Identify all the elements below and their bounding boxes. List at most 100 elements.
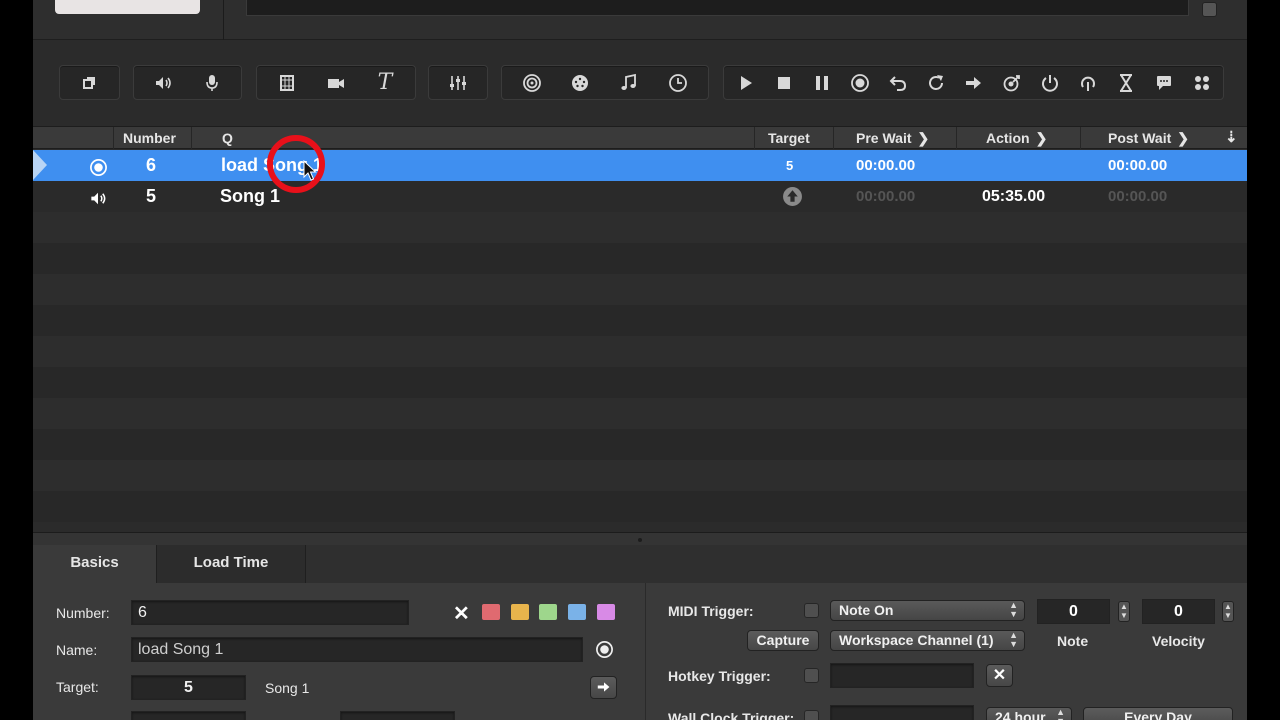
- cue-post-wait: 00:00.00: [1108, 157, 1168, 174]
- column-pre-wait[interactable]: Pre Wait ❯: [856, 130, 929, 147]
- capture-button[interactable]: Capture: [747, 630, 819, 651]
- note-field[interactable]: 0: [1037, 599, 1110, 624]
- cue-row[interactable]: 6 load Song 1 5 00:00.00 00:00.00: [33, 150, 1247, 181]
- empty-row: [33, 336, 1247, 367]
- empty-row: [33, 305, 1247, 336]
- load-icon[interactable]: [841, 66, 879, 99]
- midi-cue-icon[interactable]: [561, 66, 599, 99]
- pause-icon[interactable]: [803, 66, 841, 99]
- midi-type-select[interactable]: Note On ▲ ▼: [830, 600, 1025, 621]
- column-separator: [1080, 127, 1081, 149]
- toolbar-group-1: [59, 65, 120, 100]
- midi-channel-value: Workspace Channel (1): [839, 632, 994, 648]
- note-label: Note: [1057, 633, 1089, 649]
- wait-icon[interactable]: [1107, 66, 1145, 99]
- goto-icon[interactable]: [955, 66, 993, 99]
- audio-cue-icon[interactable]: [144, 66, 182, 99]
- fade-cue-icon[interactable]: [439, 66, 477, 99]
- tab-basics[interactable]: Basics: [33, 545, 156, 583]
- chevron-right-icon: ❯: [917, 130, 930, 146]
- toolbar-group-4: [428, 65, 488, 100]
- reset-icon[interactable]: [879, 66, 917, 99]
- inspector-tabs: Basics Load Time: [33, 545, 1247, 583]
- wall-clock-time-field[interactable]: [830, 705, 974, 720]
- chevron-right-icon: ❯: [1177, 130, 1189, 146]
- notes-scroll-knob[interactable]: [1202, 2, 1217, 17]
- video-cue-icon[interactable]: [268, 66, 306, 99]
- tab-load-time[interactable]: Load Time: [156, 545, 306, 583]
- column-action[interactable]: Action ❯: [986, 130, 1047, 147]
- empty-row: [33, 243, 1247, 274]
- cue-target: 5: [786, 158, 794, 173]
- column-pre-wait-label: Pre Wait: [856, 130, 912, 146]
- cue-name: Song 1: [220, 186, 281, 206]
- load-cue-icon: [595, 640, 614, 664]
- velocity-label: Velocity: [1152, 633, 1205, 649]
- column-target[interactable]: Target: [768, 130, 810, 146]
- number-label: Number:: [56, 605, 110, 621]
- clear-hotkey-button[interactable]: ✕: [986, 664, 1013, 687]
- split-view-divider[interactable]: [33, 532, 1247, 545]
- empty-row: [33, 274, 1247, 305]
- network-cue-icon[interactable]: [513, 66, 551, 99]
- column-separator: [191, 127, 192, 149]
- color-swatch-blue[interactable]: [568, 604, 586, 620]
- column-q[interactable]: Q: [222, 130, 233, 146]
- repeat-button[interactable]: Every Day: [1083, 707, 1233, 720]
- memo-icon[interactable]: [1145, 66, 1183, 99]
- color-swatch-purple[interactable]: [597, 604, 615, 620]
- wall-clock-checkbox[interactable]: [804, 710, 819, 720]
- note-stepper[interactable]: ▲ ▼: [1118, 601, 1130, 622]
- arm-icon[interactable]: [1031, 66, 1069, 99]
- sort-arrow-icon[interactable]: ⇣: [1225, 128, 1238, 146]
- name-field[interactable]: load Song 1: [131, 637, 583, 662]
- music-cue-icon[interactable]: [610, 66, 648, 99]
- text-cue-icon[interactable]: T: [366, 66, 404, 99]
- start-icon[interactable]: [727, 66, 765, 99]
- column-separator: [956, 127, 957, 149]
- color-swatch-green[interactable]: [539, 604, 557, 620]
- hotkey-trigger-label: Hotkey Trigger:: [668, 668, 771, 684]
- pre-wait-field[interactable]: [131, 711, 246, 720]
- empty-row: [33, 429, 1247, 460]
- column-post-wait[interactable]: Post Wait ❯: [1108, 130, 1189, 147]
- mic-cue-icon[interactable]: [193, 66, 231, 99]
- color-swatch-orange[interactable]: [511, 604, 529, 620]
- playhead-icon: [33, 150, 47, 180]
- stop-icon[interactable]: [765, 66, 803, 99]
- camera-cue-icon[interactable]: [317, 66, 355, 99]
- target-name: Song 1: [265, 680, 310, 696]
- velocity-stepper[interactable]: ▲ ▼: [1222, 601, 1234, 622]
- script-icon[interactable]: [1183, 66, 1221, 99]
- cue-row[interactable]: 5 Song 1 00:00.00 05:35.00 00:00.00: [33, 181, 1247, 212]
- post-wait-field[interactable]: [340, 711, 455, 720]
- name-label: Name:: [56, 642, 98, 658]
- velocity-field[interactable]: 0: [1142, 599, 1215, 624]
- clear-color-icon[interactable]: ✕: [453, 601, 470, 626]
- empty-row: [33, 460, 1247, 491]
- column-action-label: Action: [986, 130, 1030, 146]
- color-swatch-red[interactable]: [482, 604, 500, 620]
- midi-channel-select[interactable]: Workspace Channel (1) ▲ ▼: [830, 630, 1025, 651]
- empty-row: [33, 367, 1247, 398]
- cue-toolbar: T: [33, 40, 1247, 126]
- timecode-cue-icon[interactable]: [659, 66, 697, 99]
- notes-field[interactable]: [246, 0, 1189, 16]
- group-cue-icon[interactable]: [70, 66, 108, 99]
- cue-number: 5: [146, 186, 157, 206]
- column-number[interactable]: Number: [123, 130, 176, 146]
- devamp-icon[interactable]: [917, 66, 955, 99]
- hotkey-trigger-checkbox[interactable]: [804, 668, 819, 683]
- go-button[interactable]: [55, 0, 200, 14]
- disarm-icon[interactable]: [1069, 66, 1107, 99]
- cue-list: 6 load Song 1 5 00:00.00 00:00.00 5 Song…: [33, 135, 1247, 532]
- go-area: [33, 0, 1247, 40]
- target-field[interactable]: 5: [131, 675, 246, 700]
- go-to-target-button[interactable]: [590, 676, 617, 699]
- hotkey-field[interactable]: [830, 663, 974, 688]
- target-label: Target:: [56, 679, 99, 695]
- midi-trigger-checkbox[interactable]: [804, 603, 819, 618]
- number-field[interactable]: 6: [131, 600, 409, 625]
- target-icon[interactable]: [993, 66, 1031, 99]
- clock-format-select[interactable]: 24 hour ▲▼: [986, 707, 1072, 720]
